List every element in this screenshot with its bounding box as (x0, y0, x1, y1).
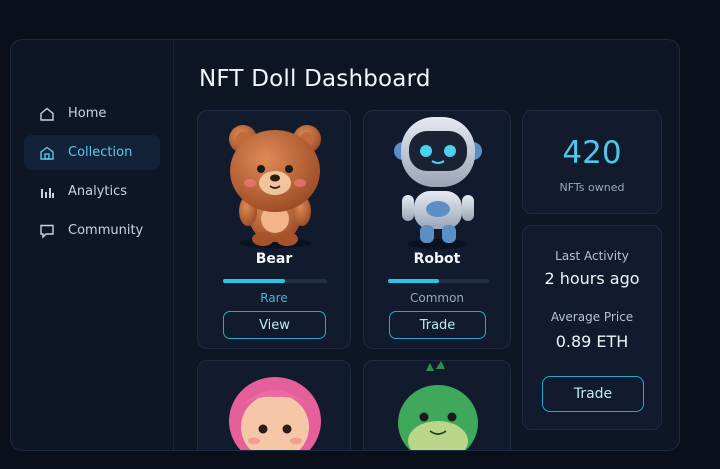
nft-name: Bear (255, 251, 293, 267)
robot-doll-image (394, 117, 482, 249)
sidebar-item-community[interactable]: Community (24, 213, 160, 248)
average-price-label: Average Price (550, 310, 634, 324)
rarity-label: Common (409, 291, 465, 305)
last-activity-value: 2 hours ago (544, 269, 640, 288)
nft-card-robot[interactable]: Robot Common Trade (363, 110, 511, 349)
sidebar-item-label: Home (68, 106, 107, 121)
sidebar: Home Collection Analytics Community (11, 40, 174, 450)
analytics-icon (39, 184, 55, 200)
last-activity-label: Last Activity (555, 249, 629, 263)
dashboard-window: Home Collection Analytics Community NFT … (10, 39, 680, 451)
owned-count: 420 (562, 135, 622, 171)
nft-card-girl-doll[interactable] (197, 360, 351, 450)
trade-button[interactable]: Trade (389, 311, 486, 339)
nft-card-dino[interactable] (363, 360, 511, 450)
sidebar-item-collection[interactable]: Collection (24, 135, 160, 170)
home-icon (39, 106, 55, 122)
owned-count-card: 420 NFTs owned (522, 110, 662, 214)
sidebar-item-analytics[interactable]: Analytics (24, 174, 160, 209)
bear-doll-image (229, 125, 321, 248)
nft-card-bear[interactable]: Bear Rare View (197, 110, 351, 349)
trade-button[interactable]: Trade (542, 376, 644, 412)
sidebar-item-label: Collection (68, 145, 133, 160)
dino-doll-image (398, 361, 478, 450)
activity-card: Last Activity 2 hours ago Average Price … (522, 225, 662, 430)
average-price-value: 0.89 ETH (555, 332, 629, 351)
owned-count-label: NFTs owned (559, 181, 625, 194)
rarity-progress-bar (388, 279, 489, 283)
page-title: NFT Doll Dashboard (199, 66, 431, 92)
view-button[interactable]: View (223, 311, 326, 339)
girl-doll-image (229, 377, 321, 450)
rarity-label: Rare (260, 291, 288, 305)
sidebar-item-label: Analytics (68, 184, 128, 199)
collection-icon (39, 145, 55, 161)
sidebar-item-label: Community (68, 223, 144, 238)
sidebar-item-home[interactable]: Home (24, 96, 160, 131)
rarity-progress-bar (223, 279, 327, 283)
chat-icon (39, 223, 55, 239)
nft-name: Robot (413, 251, 461, 267)
